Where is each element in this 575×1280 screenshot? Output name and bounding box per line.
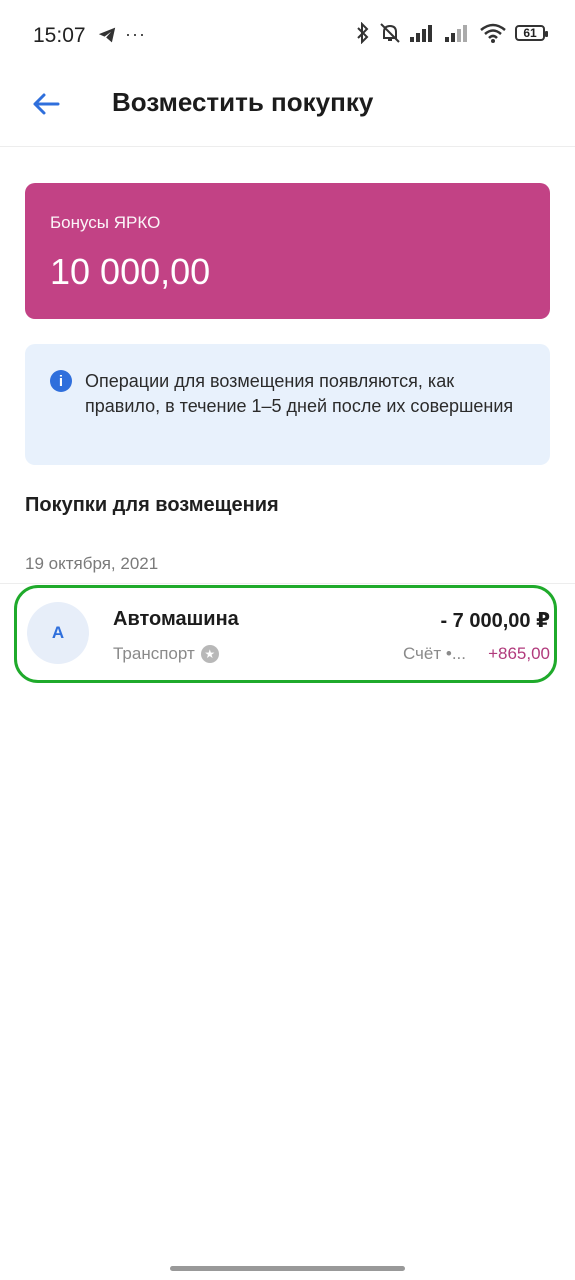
status-right-icons: 61 [356,22,548,44]
status-more: ··· [125,24,146,44]
status-left-icons: ··· [97,24,146,45]
status-time: 15:07 [33,24,86,47]
divider [0,583,575,584]
transaction-amount: - 7 000,00 ₽ [440,610,550,632]
battery-icon: 61 [515,25,548,41]
signal-icon [410,25,432,42]
home-indicator[interactable] [170,1266,405,1271]
arrow-left-icon [33,93,60,115]
info-notice: i Операции для возмещения появляются, ка… [25,344,550,465]
bluetooth-icon [357,22,369,44]
mute-bell-icon [380,23,400,43]
status-bar: 15:07 ··· 61 [0,0,575,72]
avatar: А [27,602,89,664]
bonus-card-amount: 10 000,00 [50,251,211,292]
transaction-row[interactable]: А Автомашина Транспорт ★ - 7 000,00 ₽ Сч… [14,585,557,683]
back-button[interactable] [26,84,66,124]
merchant-name: Автомашина [113,608,239,630]
category-label: Транспорт [113,644,195,663]
signal-icon [445,25,467,42]
star-icon: ★ [200,645,219,663]
app-bar: Возместить покупку [0,72,575,147]
account-label: Счёт •... [402,644,466,663]
page-title: Возместить покупку [112,87,374,117]
wifi-icon [480,23,506,43]
category: Транспорт ★ [113,644,219,664]
date-header: 19 октября, 2021 [25,554,159,573]
bonus-card-label: Бонусы ЯРКО [50,213,161,232]
telegram-icon [98,27,116,42]
info-icon: i [50,370,72,392]
section-title: Покупки для возмещения [25,494,279,516]
bonus-card: Бонусы ЯРКО 10 000,00 [25,183,550,319]
info-text: Операции для возмещения появляются, как … [85,371,514,416]
bonus-accrual: +865,00 [488,644,550,663]
